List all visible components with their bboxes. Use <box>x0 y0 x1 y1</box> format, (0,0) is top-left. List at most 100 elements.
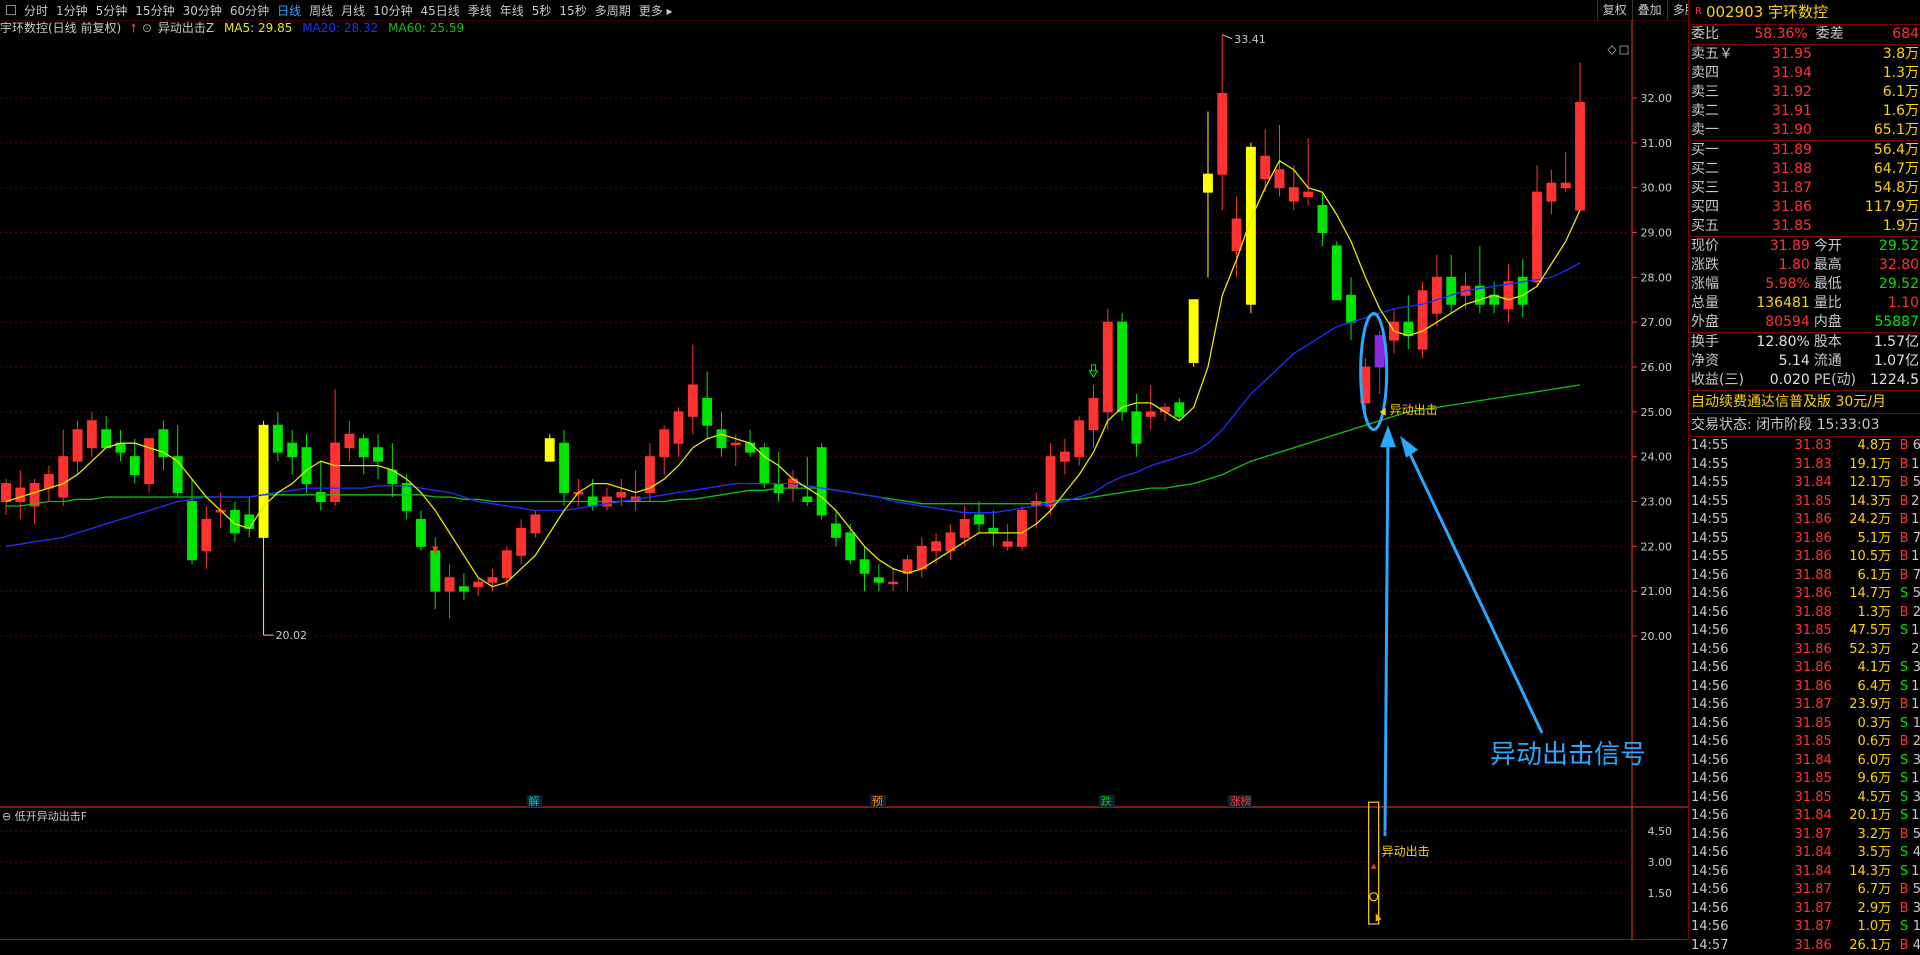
candle-body[interactable] <box>1332 246 1341 300</box>
candle-body[interactable] <box>1060 452 1069 461</box>
candle-body[interactable] <box>1046 457 1055 506</box>
candle-body[interactable] <box>803 497 812 501</box>
candle-body[interactable] <box>259 425 268 537</box>
candle-body[interactable] <box>102 430 111 448</box>
candle-body[interactable] <box>545 439 554 461</box>
candle-body[interactable] <box>1304 192 1313 196</box>
candle-body[interactable] <box>1561 183 1570 187</box>
candle-body[interactable] <box>1318 206 1327 233</box>
candle-body[interactable] <box>1375 336 1384 367</box>
candle-body[interactable] <box>1118 322 1127 412</box>
tool-button[interactable]: 叠加 <box>1632 0 1667 20</box>
collapse-icon[interactable]: ⊖ <box>2 810 15 823</box>
indicator-signal-bar[interactable] <box>1369 802 1379 924</box>
candle-body[interactable] <box>2 484 11 502</box>
candle-body[interactable] <box>417 519 426 546</box>
diamond-icon[interactable] <box>1608 46 1616 54</box>
candle-body[interactable] <box>975 515 984 524</box>
candle-body[interactable] <box>960 519 969 537</box>
candle-body[interactable] <box>617 493 626 497</box>
candle-body[interactable] <box>345 434 354 447</box>
candle-body[interactable] <box>531 515 540 533</box>
candle-body[interactable] <box>1218 94 1227 175</box>
period-tab[interactable]: 分时 <box>20 2 52 19</box>
period-tab[interactable]: 5秒 <box>528 2 556 19</box>
candle-body[interactable] <box>1432 277 1441 313</box>
candle-body[interactable] <box>1003 542 1012 546</box>
candle-body[interactable] <box>645 457 654 493</box>
candle-body[interactable] <box>889 582 898 584</box>
candle-body[interactable] <box>202 519 211 550</box>
candle-body[interactable] <box>431 551 440 591</box>
candle-body[interactable] <box>560 443 569 492</box>
candle-body[interactable] <box>1146 412 1155 416</box>
kline-chart[interactable]: 32.0031.0030.0029.0028.0027.0026.0025.00… <box>0 20 1688 940</box>
candle-body[interactable] <box>1075 421 1084 457</box>
candle-body[interactable] <box>1089 398 1098 429</box>
candle-body[interactable] <box>488 578 497 582</box>
period-tab[interactable]: 多周期 <box>591 2 635 19</box>
candle-body[interactable] <box>674 412 683 443</box>
candle-body[interactable] <box>316 493 325 502</box>
menu-square-icon[interactable] <box>6 5 16 15</box>
candle-body[interactable] <box>903 560 912 573</box>
event-marker[interactable]: 解 <box>528 794 539 808</box>
candle-body[interactable] <box>331 443 340 501</box>
candle-body[interactable] <box>502 551 511 578</box>
period-tab[interactable]: 15分钟 <box>131 2 178 19</box>
candle-body[interactable] <box>59 457 68 497</box>
candle-body[interactable] <box>1275 170 1284 188</box>
candle-body[interactable] <box>445 578 454 591</box>
period-tab[interactable]: 1分钟 <box>52 2 92 19</box>
candle-body[interactable] <box>288 443 297 456</box>
candle-body[interactable] <box>145 439 154 484</box>
candle-body[interactable] <box>1189 300 1198 363</box>
period-tab[interactable]: 45日线 <box>416 2 463 19</box>
candle-body[interactable] <box>517 528 526 555</box>
candle-body[interactable] <box>87 421 96 448</box>
candle-body[interactable] <box>1246 147 1255 304</box>
candle-body[interactable] <box>302 448 311 484</box>
candle-body[interactable] <box>1418 291 1427 349</box>
candle-body[interactable] <box>688 385 697 416</box>
candle-body[interactable] <box>703 398 712 425</box>
tick-list[interactable]: 14:5531.834.8万B614:5531.8319.1万B1514:553… <box>1689 436 1920 955</box>
candle-body[interactable] <box>16 488 25 501</box>
period-tab[interactable]: 60分钟 <box>226 2 273 19</box>
period-tab[interactable]: 年线 <box>496 2 528 19</box>
period-tab[interactable]: 10分钟 <box>369 2 416 19</box>
candle-body[interactable] <box>1576 102 1585 210</box>
candle-body[interactable] <box>1547 183 1556 201</box>
candle-body[interactable] <box>1175 403 1184 416</box>
candle-body[interactable] <box>1289 188 1298 201</box>
candle-body[interactable] <box>188 502 197 560</box>
period-tab[interactable]: 周线 <box>305 2 337 19</box>
candle-body[interactable] <box>831 524 840 537</box>
period-tab[interactable]: 季线 <box>464 2 496 19</box>
candle-body[interactable] <box>874 578 883 582</box>
candle-body[interactable] <box>746 443 755 452</box>
period-tab[interactable]: 日线 <box>273 2 305 19</box>
candle-body[interactable] <box>660 430 669 457</box>
candle-body[interactable] <box>717 430 726 448</box>
period-tab[interactable]: 月线 <box>337 2 369 19</box>
candle-body[interactable] <box>44 475 53 488</box>
candle-body[interactable] <box>1504 282 1513 309</box>
candle-body[interactable] <box>1447 277 1456 304</box>
event-marker[interactable]: 预 <box>872 795 883 808</box>
indicator-panel-title[interactable]: ⊖ 低开异动出击F <box>2 808 87 824</box>
period-tab[interactable]: 15秒 <box>555 2 590 19</box>
candle-body[interactable] <box>459 587 468 591</box>
candle-body[interactable] <box>817 448 826 515</box>
candle-body[interactable] <box>273 425 282 452</box>
candle-body[interactable] <box>1232 219 1241 250</box>
candle-body[interactable] <box>402 484 411 511</box>
candle-body[interactable] <box>917 546 926 568</box>
candle-body[interactable] <box>1018 510 1027 546</box>
window-icon[interactable] <box>1620 46 1628 54</box>
period-tab[interactable]: 更多 ▸ <box>635 2 677 19</box>
candle-body[interactable] <box>846 533 855 560</box>
candle-body[interactable] <box>474 582 483 586</box>
tool-button[interactable]: 复权 <box>1597 0 1632 20</box>
candle-body[interactable] <box>1347 295 1356 322</box>
